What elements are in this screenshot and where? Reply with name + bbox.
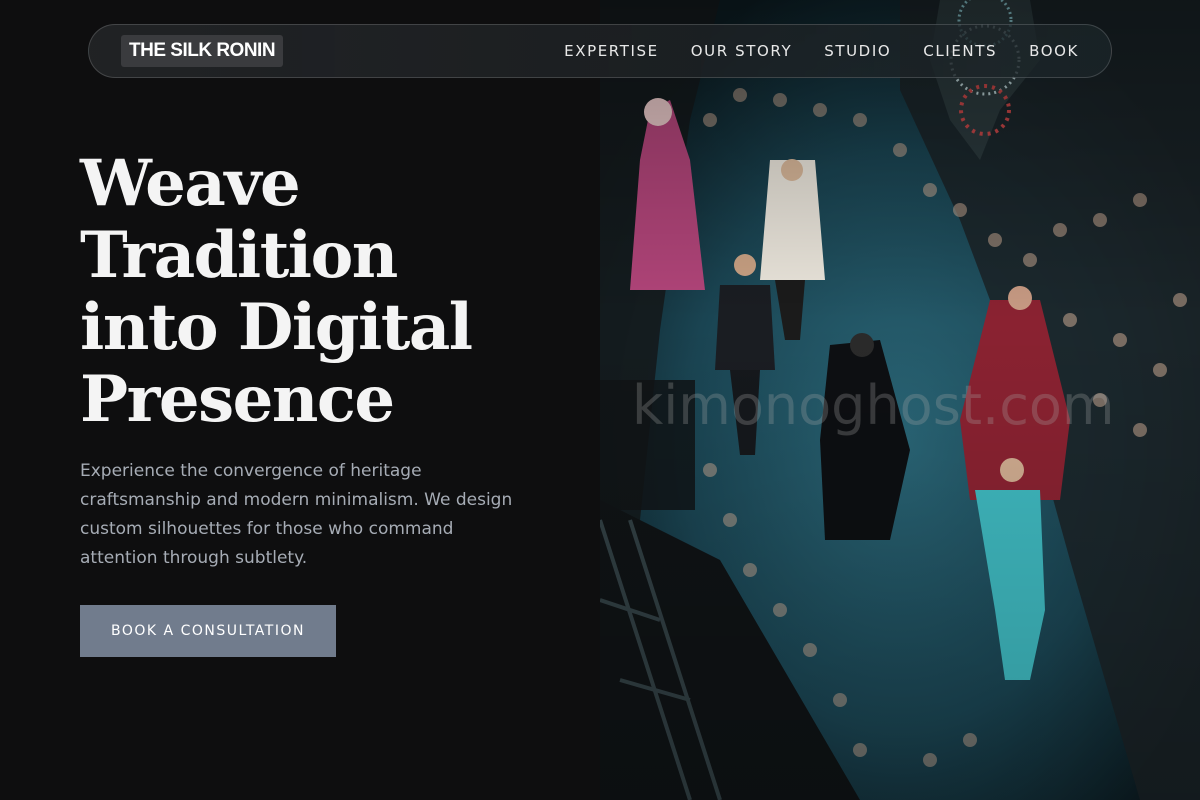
book-consultation-button[interactable]: BOOK A CONSULTATION	[80, 605, 336, 657]
hero-description: Experience the convergence of heritage c…	[80, 461, 513, 568]
nav-link-clients[interactable]: CLIENTS	[923, 42, 997, 60]
hero-heading-line-2: Tradition	[80, 218, 398, 293]
nav-link-book[interactable]: BOOK	[1029, 42, 1079, 60]
hero-heading-line-3: into Digital	[80, 290, 473, 365]
hero-heading-line-1: Weave	[80, 146, 301, 221]
watermark-text: kimonoghost.com	[632, 374, 1115, 437]
nav-link-studio[interactable]: STUDIO	[824, 42, 891, 60]
nav-link-our-story[interactable]: OUR STORY	[691, 42, 793, 60]
hero-heading: Weave Tradition into Digital Presence	[80, 148, 560, 436]
hero-heading-line-4: Presence	[80, 362, 395, 437]
nav-links: EXPERTISE OUR STORY STUDIO CLIENTS BOOK	[564, 42, 1079, 60]
nav-link-expertise[interactable]: EXPERTISE	[564, 42, 659, 60]
site-logo[interactable]: THE SILK RONIN	[121, 35, 284, 67]
top-navigation-bar: THE SILK RONIN EXPERTISE OUR STORY STUDI…	[88, 24, 1112, 78]
